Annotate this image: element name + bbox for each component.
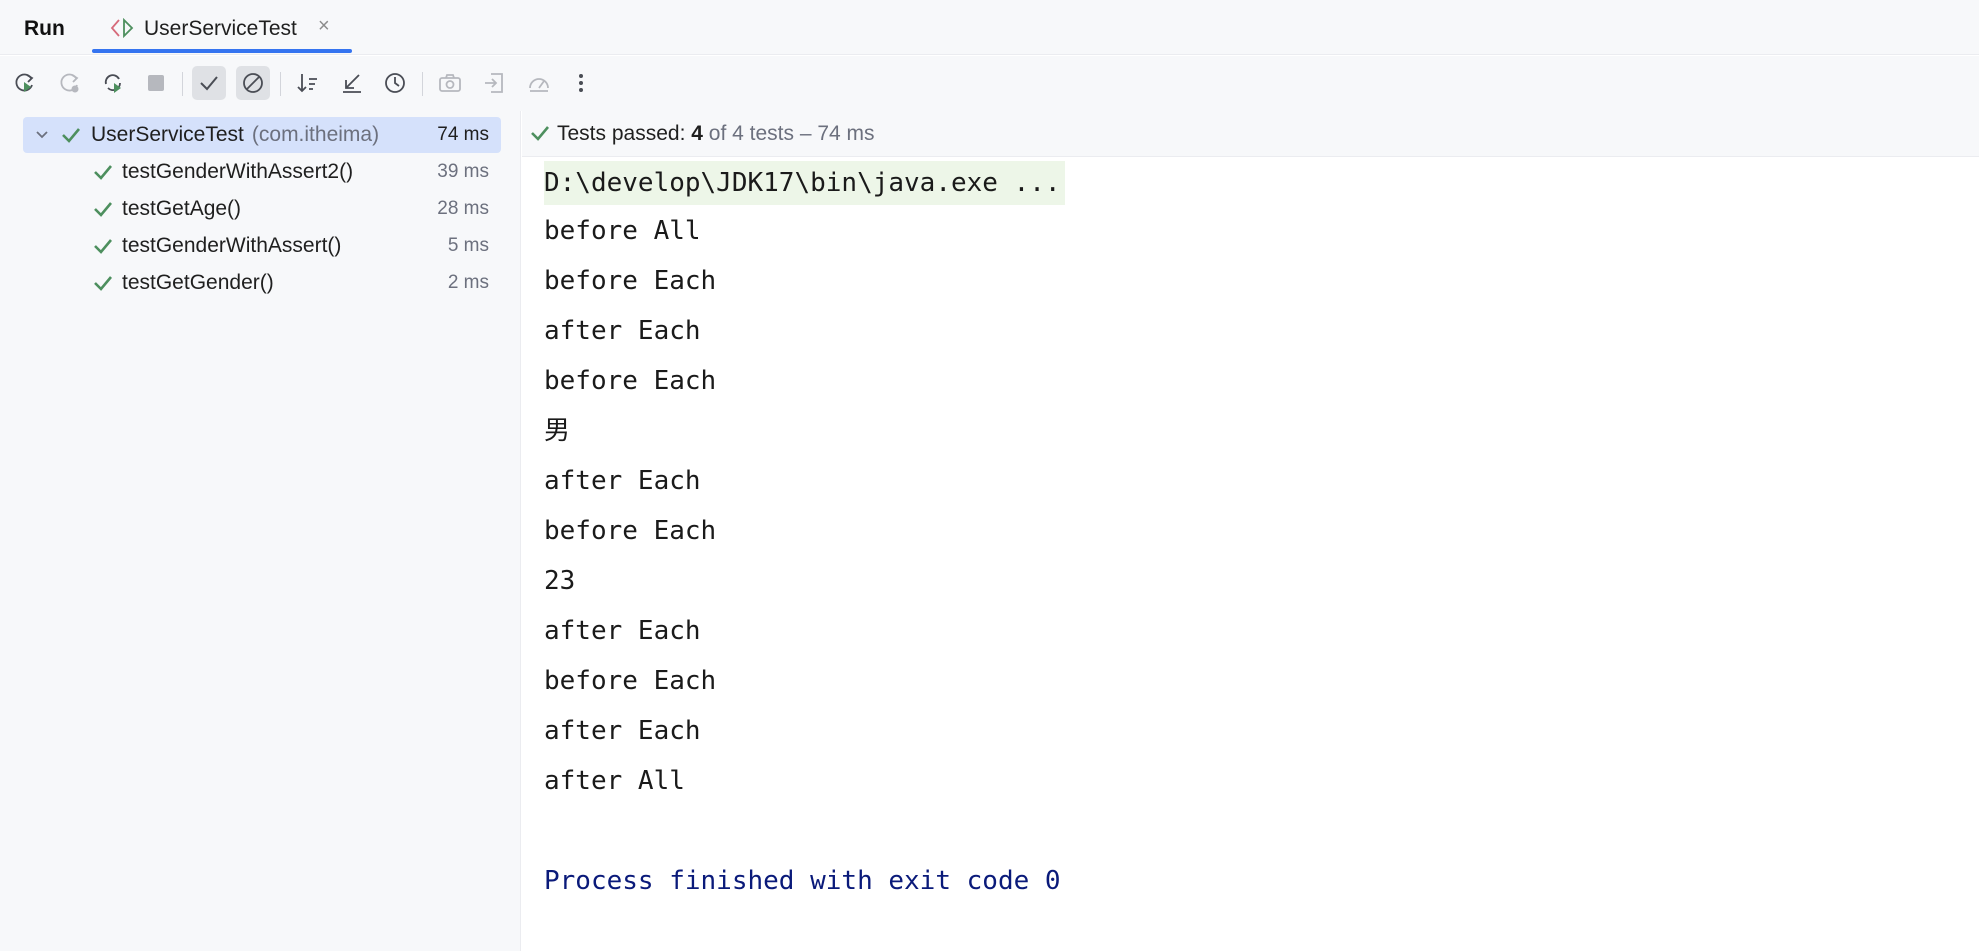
tree-item-time: 2 ms <box>447 272 489 293</box>
console-line: after Each <box>544 466 701 496</box>
run-tool-window-header: Run UserServiceTest × <box>0 0 1979 55</box>
run-panel-title[interactable]: Run <box>24 17 65 41</box>
toggle-auto-test-icon[interactable] <box>96 66 130 100</box>
status-suffix: of 4 tests – 74 ms <box>708 122 875 145</box>
console-line: before Each <box>544 266 717 296</box>
test-class-icon <box>110 17 134 39</box>
console-line: after Each <box>544 716 701 746</box>
more-options-icon[interactable] <box>564 66 598 100</box>
passed-check-icon <box>92 161 114 189</box>
console-line: after Each <box>544 316 701 346</box>
console-line: 23 <box>544 566 576 596</box>
run-toolbar <box>0 56 1979 111</box>
tree-root-package: (com.itheima) <box>251 123 380 146</box>
tab-label: UserServiceTest <box>144 17 297 40</box>
tree-item-testgenderwithassert2[interactable]: testGenderWithAssert2() 39 ms <box>23 154 501 190</box>
tree-item-time: 5 ms <box>447 235 489 256</box>
console-output[interactable]: D:\develop\JDK17\bin\java.exe ... before… <box>522 157 1979 951</box>
console-line-command[interactable]: D:\develop\JDK17\bin\java.exe ... <box>544 161 1065 205</box>
console-exit-message: Process finished with exit code 0 <box>544 866 1061 896</box>
sort-alphabetically-icon[interactable] <box>291 66 325 100</box>
tree-root-label: UserServiceTest <box>91 123 244 146</box>
passed-check-icon <box>60 124 82 152</box>
console-line: after All <box>544 766 685 796</box>
tree-root-userservicetest[interactable]: UserServiceTest (com.itheima) 74 ms <box>23 117 501 153</box>
screenshot-icon[interactable] <box>433 66 467 100</box>
passed-check-icon <box>92 272 114 300</box>
rerun-icon[interactable] <box>8 66 42 100</box>
console-line: before Each <box>544 516 717 546</box>
tree-item-testgetgender[interactable]: testGetGender() 2 ms <box>23 265 501 301</box>
coverage-icon[interactable] <box>522 66 556 100</box>
test-history-icon[interactable] <box>378 66 412 100</box>
close-icon[interactable]: × <box>318 15 330 38</box>
passed-check-icon <box>92 198 114 226</box>
stop-icon[interactable] <box>139 66 173 100</box>
console-line: 男 <box>544 416 571 446</box>
tree-item-time: 28 ms <box>437 198 489 219</box>
tree-item-label: testGetAge() <box>122 197 242 220</box>
console-line: before All <box>544 216 701 246</box>
import-tests-icon[interactable] <box>478 66 512 100</box>
status-count: 4 <box>691 122 703 145</box>
status-text: Tests passed: 4 of 4 tests – 74 ms <box>557 122 875 146</box>
test-tree: UserServiceTest (com.itheima) 74 ms testG… <box>0 111 521 951</box>
tree-item-label: testGetGender() <box>122 271 274 294</box>
collapse-all-icon[interactable] <box>335 66 369 100</box>
active-tab-indicator <box>92 49 352 53</box>
chevron-down-icon[interactable] <box>33 126 51 144</box>
tree-item-label: testGenderWithAssert2() <box>122 160 354 183</box>
tree-item-time: 39 ms <box>437 161 489 182</box>
toolbar-separator <box>280 72 281 96</box>
console-line: before Each <box>544 666 717 696</box>
status-prefix: Tests passed: <box>557 122 686 145</box>
tree-root-time: 74 ms <box>437 124 489 145</box>
show-passed-icon[interactable] <box>192 66 226 100</box>
tab-userservicetest[interactable]: UserServiceTest × <box>92 0 352 55</box>
console-line: before Each <box>544 366 717 396</box>
passed-check-icon <box>92 235 114 263</box>
tree-item-testgenderwithassert[interactable]: testGenderWithAssert() 5 ms <box>23 228 501 264</box>
show-ignored-icon[interactable] <box>236 66 270 100</box>
tree-item-label: testGenderWithAssert() <box>122 234 342 257</box>
tree-item-testgetage[interactable]: testGetAge() 28 ms <box>23 191 501 227</box>
console-line: after Each <box>544 616 701 646</box>
test-status-bar: Tests passed: 4 of 4 tests – 74 ms <box>522 111 1979 157</box>
rerun-failed-icon[interactable] <box>53 66 87 100</box>
toolbar-separator <box>422 72 423 96</box>
toolbar-separator <box>182 72 183 96</box>
